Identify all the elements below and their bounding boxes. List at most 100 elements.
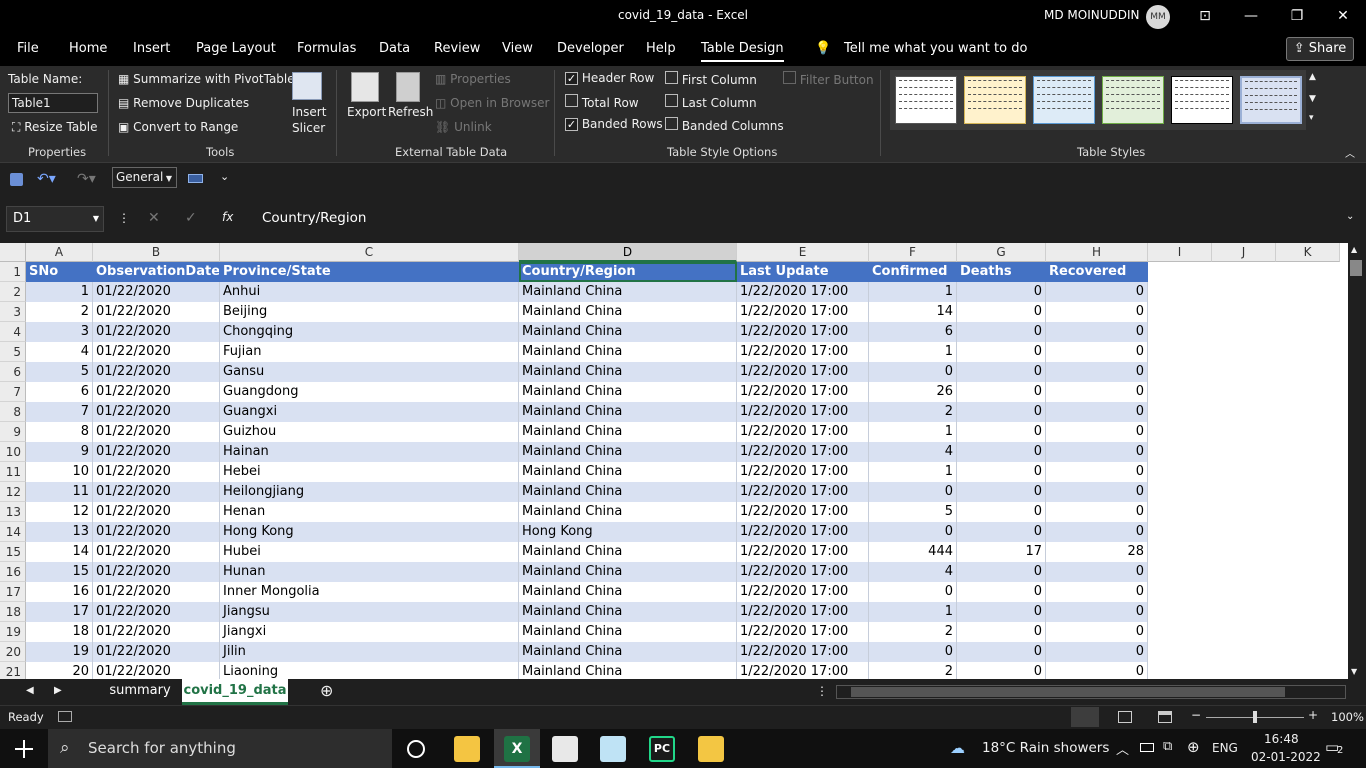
unlink-button[interactable]: ⛓ Unlink [435, 120, 492, 134]
table-cell[interactable]: 0 [957, 502, 1046, 522]
row-header[interactable]: 18 [0, 602, 26, 622]
collapse-ribbon-icon[interactable]: ︿ [1345, 145, 1355, 160]
table-cell[interactable]: 1/22/2020 17:00 [737, 382, 869, 402]
total-row-checkbox[interactable] [565, 94, 578, 107]
table-cell[interactable]: 0 [957, 602, 1046, 622]
table-cell[interactable]: 0 [957, 582, 1046, 602]
table-cell[interactable]: Hebei [220, 462, 519, 482]
row-header[interactable]: 13 [0, 502, 26, 522]
gallery-up-icon[interactable]: ▲ [1309, 72, 1316, 82]
table-cell[interactable]: Mainland China [519, 362, 737, 382]
table-cell[interactable]: 4 [26, 342, 93, 362]
table-cell[interactable]: Anhui [220, 282, 519, 302]
table-cell[interactable]: 0 [1046, 522, 1148, 542]
first-column-checkbox[interactable] [665, 71, 678, 84]
header-row-checkbox[interactable] [565, 72, 578, 85]
next-sheet-icon[interactable]: ▶ [54, 685, 62, 696]
fx-icon[interactable]: fx [222, 210, 233, 224]
tab-view[interactable]: View [502, 41, 533, 56]
table-cell[interactable]: 0 [957, 562, 1046, 582]
table-style-selected[interactable] [1240, 76, 1302, 124]
table-cell[interactable]: 0 [957, 622, 1046, 642]
table-cell[interactable]: Mainland China [519, 542, 737, 562]
table-cell[interactable]: 01/22/2020 [93, 522, 220, 542]
table-cell[interactable]: 3 [26, 322, 93, 342]
file-explorer-icon[interactable] [698, 736, 724, 762]
store-icon[interactable] [552, 736, 578, 762]
weather-icon[interactable]: ☁ [950, 739, 965, 757]
table-cell[interactable]: 01/22/2020 [93, 402, 220, 422]
row-header[interactable]: 1 [0, 262, 26, 282]
zoom-in-icon[interactable]: + [1308, 708, 1318, 722]
table-cell[interactable]: 0 [1046, 442, 1148, 462]
ribbon-display-icon[interactable]: ⊡ [1182, 0, 1228, 32]
select-all-corner[interactable] [0, 243, 26, 262]
table-cell[interactable]: 10 [26, 462, 93, 482]
user-name[interactable]: MD MOINUDDIN [1044, 8, 1140, 22]
table-cell[interactable]: 0 [1046, 422, 1148, 442]
total-row-option[interactable]: Total Row [565, 94, 639, 110]
gallery-more-icon[interactable]: ▾ [1309, 113, 1314, 123]
row-header[interactable]: 12 [0, 482, 26, 502]
tab-page-layout[interactable]: Page Layout [196, 41, 276, 56]
row-header[interactable]: 15 [0, 542, 26, 562]
row-header[interactable]: 14 [0, 522, 26, 542]
table-cell[interactable]: 01/22/2020 [93, 362, 220, 382]
tab-table-design[interactable]: Table Design [701, 41, 784, 62]
column-header-d[interactable]: D [519, 243, 737, 262]
table-cell[interactable]: 1/22/2020 17:00 [737, 542, 869, 562]
table-cell[interactable]: 0 [957, 302, 1046, 322]
tab-developer[interactable]: Developer [557, 41, 624, 56]
row-header[interactable]: 8 [0, 402, 26, 422]
table-cell[interactable]: 6 [26, 382, 93, 402]
table-cell[interactable]: 01/22/2020 [93, 482, 220, 502]
table-cell[interactable]: Guangxi [220, 402, 519, 422]
table-cell[interactable]: 1/22/2020 17:00 [737, 602, 869, 622]
table-cell[interactable]: Beijing [220, 302, 519, 322]
table-cell[interactable]: Mainland China [519, 342, 737, 362]
table-cell[interactable]: 1/22/2020 17:00 [737, 642, 869, 662]
column-header-j[interactable]: J [1212, 243, 1276, 262]
table-cell[interactable]: 2 [26, 302, 93, 322]
table-cell[interactable]: 0 [1046, 462, 1148, 482]
scroll-up-icon[interactable]: ▲ [1351, 245, 1357, 254]
row-header[interactable]: 6 [0, 362, 26, 382]
row-header[interactable]: 16 [0, 562, 26, 582]
table-cell[interactable]: 0 [869, 642, 957, 662]
table-cell[interactable]: Mainland China [519, 502, 737, 522]
table-cell[interactable]: 0 [957, 482, 1046, 502]
table-cell[interactable]: 1/22/2020 17:00 [737, 582, 869, 602]
python-app-icon[interactable] [454, 736, 480, 762]
table-cell[interactable]: Mainland China [519, 602, 737, 622]
minimize-icon[interactable]: — [1228, 0, 1274, 32]
row-header[interactable]: 11 [0, 462, 26, 482]
table-name-input[interactable]: Table1 [8, 93, 98, 113]
table-cell[interactable]: 0 [957, 462, 1046, 482]
table-cell[interactable]: Hunan [220, 562, 519, 582]
weather-text[interactable]: 18°C Rain showers [982, 740, 1109, 756]
column-header-h[interactable]: H [1046, 243, 1148, 262]
row-header[interactable]: 5 [0, 342, 26, 362]
table-cell[interactable]: 0 [957, 422, 1046, 442]
table-cell[interactable]: 0 [957, 362, 1046, 382]
column-header-b[interactable]: B [93, 243, 220, 262]
table-cell[interactable]: 0 [1046, 362, 1148, 382]
zoom-level[interactable]: 100% [1331, 710, 1364, 724]
save-icon[interactable] [10, 173, 23, 186]
table-cell[interactable]: Mainland China [519, 422, 737, 442]
vertical-scroll-thumb[interactable] [1350, 260, 1362, 276]
table-cell[interactable]: 0 [869, 482, 957, 502]
share-button[interactable]: ⇪ Share [1286, 37, 1354, 61]
table-cell[interactable]: 1/22/2020 17:00 [737, 462, 869, 482]
refresh-button[interactable]: Refresh [388, 105, 433, 119]
close-icon[interactable]: ✕ [1320, 0, 1366, 32]
table-cell[interactable]: 0 [957, 382, 1046, 402]
table-cell[interactable]: 7 [26, 402, 93, 422]
row-header[interactable]: 2 [0, 282, 26, 302]
language-indicator[interactable]: ENG [1212, 741, 1238, 755]
table-cell[interactable]: Mainland China [519, 642, 737, 662]
tab-insert[interactable]: Insert [133, 41, 170, 56]
table-cell[interactable]: 14 [869, 302, 957, 322]
customize-qat-icon[interactable]: ⌄ [220, 170, 229, 183]
table-cell[interactable]: Mainland China [519, 562, 737, 582]
